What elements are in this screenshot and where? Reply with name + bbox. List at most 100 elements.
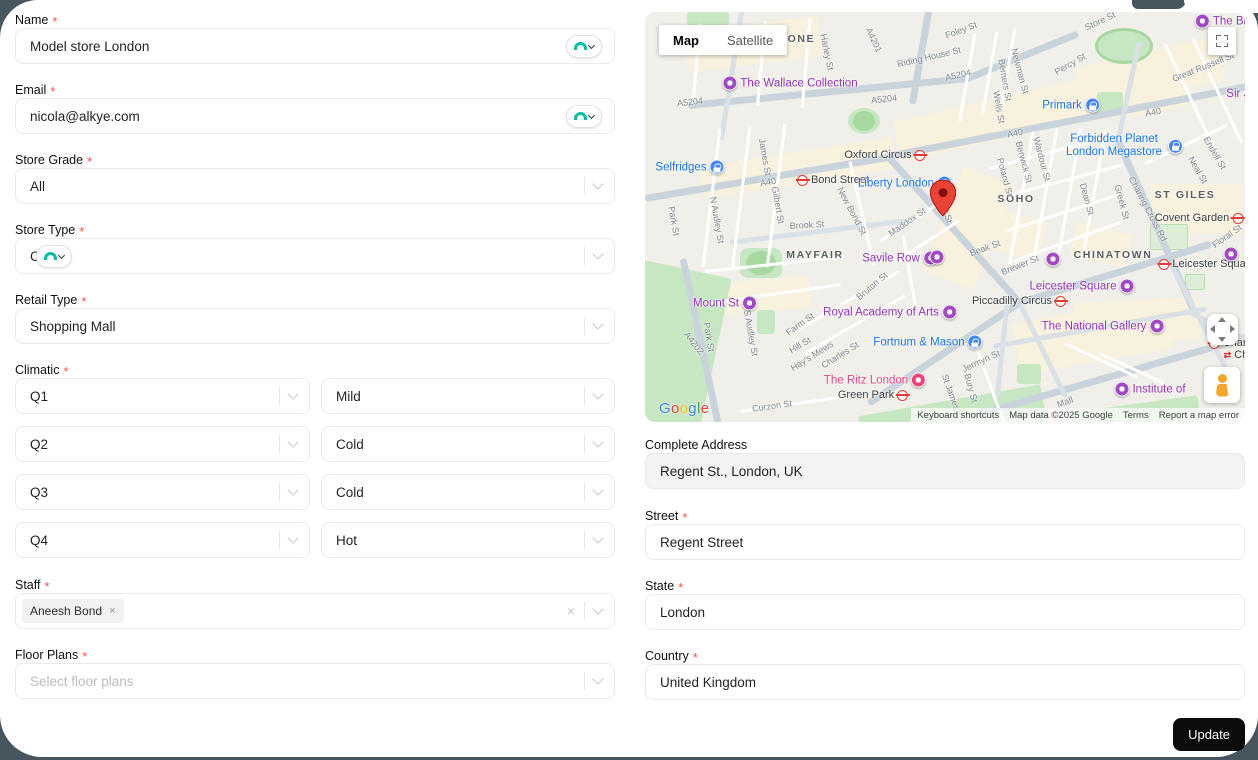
chip-remove-icon[interactable]: × — [109, 605, 115, 617]
climatic-q1-select[interactable]: Q1 — [15, 378, 310, 414]
country-input[interactable] — [660, 675, 1232, 690]
street-input[interactable] — [660, 535, 1232, 550]
map-label — [930, 250, 945, 265]
map-label: Dean St — [1078, 182, 1096, 216]
field-street: Street* — [645, 508, 1245, 560]
email-input-wrap — [15, 98, 615, 134]
complete-address-input[interactable] — [660, 464, 1232, 479]
pan-control[interactable] — [1207, 314, 1238, 345]
staff-chip[interactable]: Aneesh Bond × — [22, 599, 124, 623]
autofill-extension-icon[interactable] — [36, 245, 72, 268]
map-label: Charing Cross Rd — [1127, 175, 1169, 243]
climatic-q4-season-select[interactable]: Hot — [321, 522, 615, 558]
climatic-q2-select[interactable]: Q2 — [15, 426, 310, 462]
field-email: Email* — [15, 82, 615, 134]
chevron-down-icon — [58, 251, 65, 258]
map-label: The Ritz London — [824, 373, 926, 388]
autofill-extension-icon[interactable] — [566, 35, 602, 58]
select-divider — [584, 483, 585, 501]
fullscreen-button[interactable] — [1208, 27, 1236, 55]
field-store-grade: Store Grade* All — [15, 152, 615, 204]
chevron-down-icon — [592, 603, 603, 614]
autofill-arch-icon — [574, 42, 587, 50]
map-label: A40 — [1006, 127, 1024, 140]
retail-type-select[interactable]: Shopping Mall — [15, 308, 615, 344]
map-label: Brewer St — [1000, 253, 1040, 277]
attribution-item[interactable]: Terms — [1123, 410, 1149, 421]
map-label: The Wallace Collection — [722, 76, 857, 91]
climatic-q3-select[interactable]: Q3 — [15, 474, 310, 510]
chevron-down-icon — [592, 436, 603, 447]
tube-icon — [1158, 259, 1169, 270]
map-label: A4201 — [864, 26, 884, 54]
map-label: Sir Jo — [1226, 88, 1245, 100]
required-asterisk: * — [678, 580, 683, 593]
select-divider — [279, 387, 280, 405]
map-label — [1046, 252, 1061, 267]
map-label: ST GILES — [1155, 189, 1216, 201]
street-view-pegman[interactable] — [1204, 367, 1240, 403]
map-label: Great Russell St — [1171, 50, 1236, 84]
poi-icon — [930, 250, 945, 265]
email-input[interactable] — [30, 109, 558, 124]
required-asterisk: * — [44, 579, 49, 592]
store-grade-select[interactable]: All — [15, 168, 615, 204]
climatic-q3-season-select[interactable]: Cold — [321, 474, 615, 510]
attribution-item[interactable]: Map data ©2025 Google — [1009, 410, 1113, 421]
left-form-column: Name* Email* Store Grade* All Store Type… — [15, 12, 615, 717]
chevron-down-icon — [592, 484, 603, 495]
map-label: Green Park — [838, 389, 908, 401]
state-input[interactable] — [660, 605, 1232, 620]
climatic-q3-season: Cold — [336, 485, 364, 500]
map-label: Wardour St — [1031, 136, 1052, 182]
clear-icon[interactable]: × — [567, 604, 575, 618]
floor-plans-select[interactable]: Select floor plans — [15, 663, 615, 699]
poi-icon — [742, 296, 757, 311]
climatic-q1-season-select[interactable]: Mild — [321, 378, 615, 414]
map-label: Institute of — [1114, 382, 1185, 397]
staff-chip-label: Aneesh Bond — [30, 604, 102, 618]
climatic-q4-select[interactable]: Q4 — [15, 522, 310, 558]
map-tab[interactable]: Map — [659, 25, 713, 55]
map-label: Primark — [1042, 98, 1100, 113]
chevron-down-icon — [592, 178, 603, 189]
store-grade-value: All — [30, 179, 45, 194]
poi-icon — [911, 373, 926, 388]
update-button[interactable]: Update — [1173, 718, 1245, 751]
map-label: A5204 — [677, 96, 704, 109]
autofill-extension-icon[interactable] — [566, 105, 602, 128]
lock-icon — [1168, 139, 1183, 154]
poi-icon — [1149, 319, 1164, 334]
map-pin-icon[interactable] — [930, 180, 956, 216]
map-label: Leicester Square — [1030, 279, 1135, 294]
map-label: Savile Row — [862, 251, 938, 266]
map-label: Endell St — [1202, 135, 1229, 171]
map-label: James St — [757, 138, 773, 177]
tube-icon — [1055, 296, 1066, 307]
climatic-q2-value: Q2 — [30, 437, 48, 452]
store-type-select[interactable]: C — [15, 238, 615, 274]
email-label: Email* — [15, 82, 615, 98]
map-label: Greek St — [1113, 184, 1132, 221]
name-input[interactable] — [30, 39, 558, 54]
map-label: Forbidden Planet London Megastore — [1063, 133, 1183, 159]
map-label: Brook St — [790, 219, 825, 231]
poi-icon — [1114, 382, 1129, 397]
country-label: Country* — [645, 648, 1245, 664]
attribution-item[interactable]: Report a map error — [1159, 410, 1239, 421]
pan-up-icon — [1218, 317, 1226, 322]
chevron-down-icon — [592, 532, 603, 543]
field-country: Country* — [645, 648, 1245, 700]
chevron-down-icon — [592, 673, 603, 684]
google-map[interactable]: MARYLEBONEMAYFAIRSOHOST GILESCHINATOWNHa… — [645, 12, 1245, 422]
lock-icon — [710, 160, 725, 175]
retail-type-value: Shopping Mall — [30, 319, 116, 334]
staff-multiselect[interactable]: Aneesh Bond × × — [15, 593, 615, 629]
map-label: Harley St — [818, 33, 835, 71]
climatic-q2-season-select[interactable]: Cold — [321, 426, 615, 462]
chevron-down-icon — [588, 41, 595, 48]
attribution-item[interactable]: Keyboard shortcuts — [917, 410, 999, 421]
climatic-q1-season: Mild — [336, 389, 361, 404]
satellite-tab[interactable]: Satellite — [713, 25, 787, 55]
select-divider — [279, 531, 280, 549]
